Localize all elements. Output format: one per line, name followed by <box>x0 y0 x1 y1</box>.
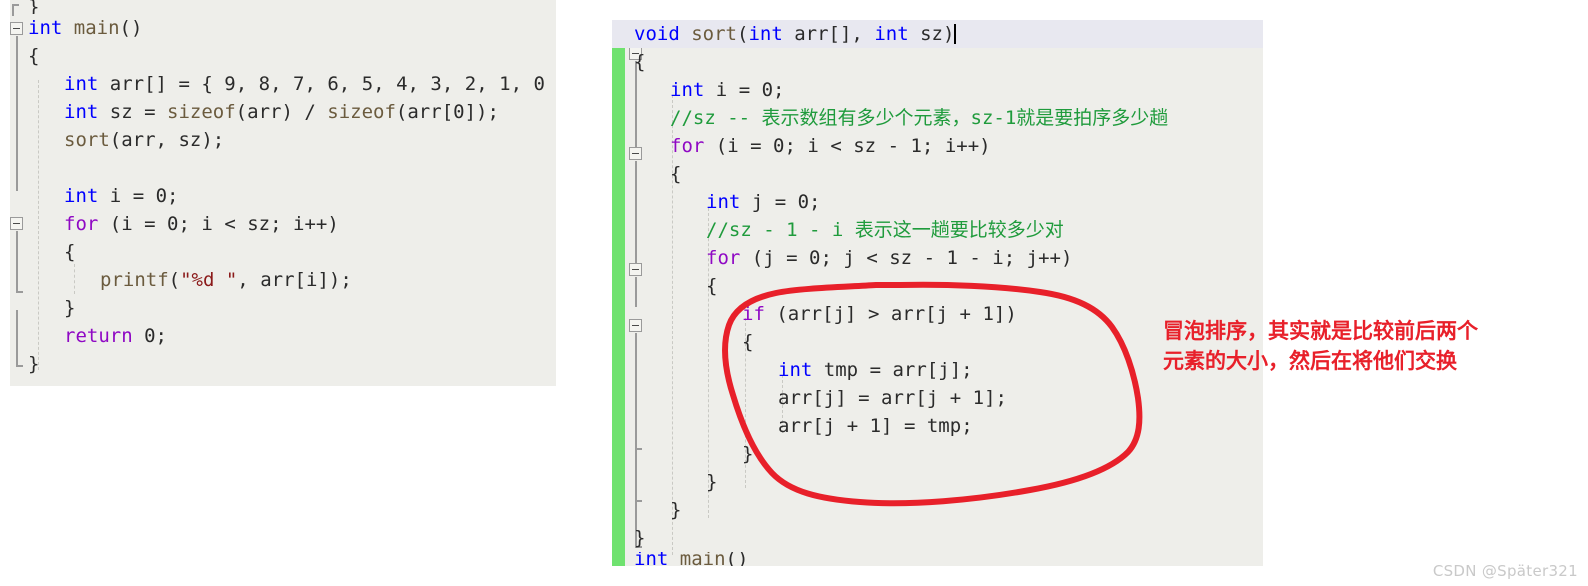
code-line[interactable]: int sz = sizeof(arr) / sizeof(arr[0]); <box>10 98 556 126</box>
watermark: CSDN @Später321 <box>1432 562 1578 580</box>
code-line[interactable]: { <box>612 160 1263 188</box>
code-line[interactable]: return 0; <box>10 322 556 350</box>
code-line[interactable]: int j = 0; <box>612 188 1263 216</box>
sort-function-code-panel[interactable]: void sort(int arr[], int sz){int i = 0; /… <box>612 20 1263 566</box>
code-line[interactable]: { <box>10 42 556 70</box>
code-line[interactable]: int i = 0; <box>10 182 556 210</box>
code-line[interactable]: } <box>612 440 1263 468</box>
code-line[interactable]: } <box>10 0 556 14</box>
code-line[interactable]: { <box>612 272 1263 300</box>
main-function-code-panel[interactable]: } int main(){int arr[] = { 9, 8, 7, 6, 5,… <box>10 0 556 386</box>
code-line[interactable]: int arr[] = { 9, 8, 7, 6, 5, 4, 3, 2, 1,… <box>10 70 556 98</box>
code-line[interactable]: arr[j] = arr[j + 1]; <box>612 384 1263 412</box>
code-line[interactable]: for (i = 0; i < sz; i++) <box>10 210 556 238</box>
text-caret <box>954 24 957 44</box>
code-line[interactable]: //sz -- 表示数组有多少个元素，sz-1就是要拍序多少趟 <box>612 104 1263 132</box>
code-line[interactable] <box>10 154 556 182</box>
code-line[interactable]: } <box>10 350 556 378</box>
code-line[interactable]: int main() <box>612 552 1263 566</box>
annotation-note-text: 冒泡排序，其实就是比较前后两个 元素的大小，然后在将他们交换 <box>1163 319 1478 373</box>
code-line[interactable]: //sz - 1 - i 表示这一趟要比较多少对 <box>612 216 1263 244</box>
code-line[interactable]: void sort(int arr[], int sz) <box>612 20 1263 48</box>
code-line[interactable]: printf("%d ", arr[i]); <box>10 266 556 294</box>
code-line[interactable]: int i = 0; <box>612 76 1263 104</box>
left-code-lines[interactable]: } int main(){int arr[] = { 9, 8, 7, 6, 5,… <box>10 0 556 378</box>
code-line[interactable]: for (j = 0; j < sz - 1 - i; j++) <box>612 244 1263 272</box>
code-line[interactable]: { <box>10 238 556 266</box>
code-line[interactable]: sort(arr, sz); <box>10 126 556 154</box>
code-line[interactable]: } <box>612 524 1263 552</box>
code-line[interactable]: } <box>612 468 1263 496</box>
right-code-lines[interactable]: void sort(int arr[], int sz){int i = 0; /… <box>612 20 1263 566</box>
code-line[interactable]: arr[j + 1] = tmp; <box>612 412 1263 440</box>
code-line[interactable]: for (i = 0; i < sz - 1; i++) <box>612 132 1263 160</box>
code-line[interactable]: } <box>10 294 556 322</box>
code-line[interactable]: int main() <box>10 14 556 42</box>
code-line[interactable]: } <box>612 496 1263 524</box>
code-line[interactable]: { <box>612 48 1263 76</box>
